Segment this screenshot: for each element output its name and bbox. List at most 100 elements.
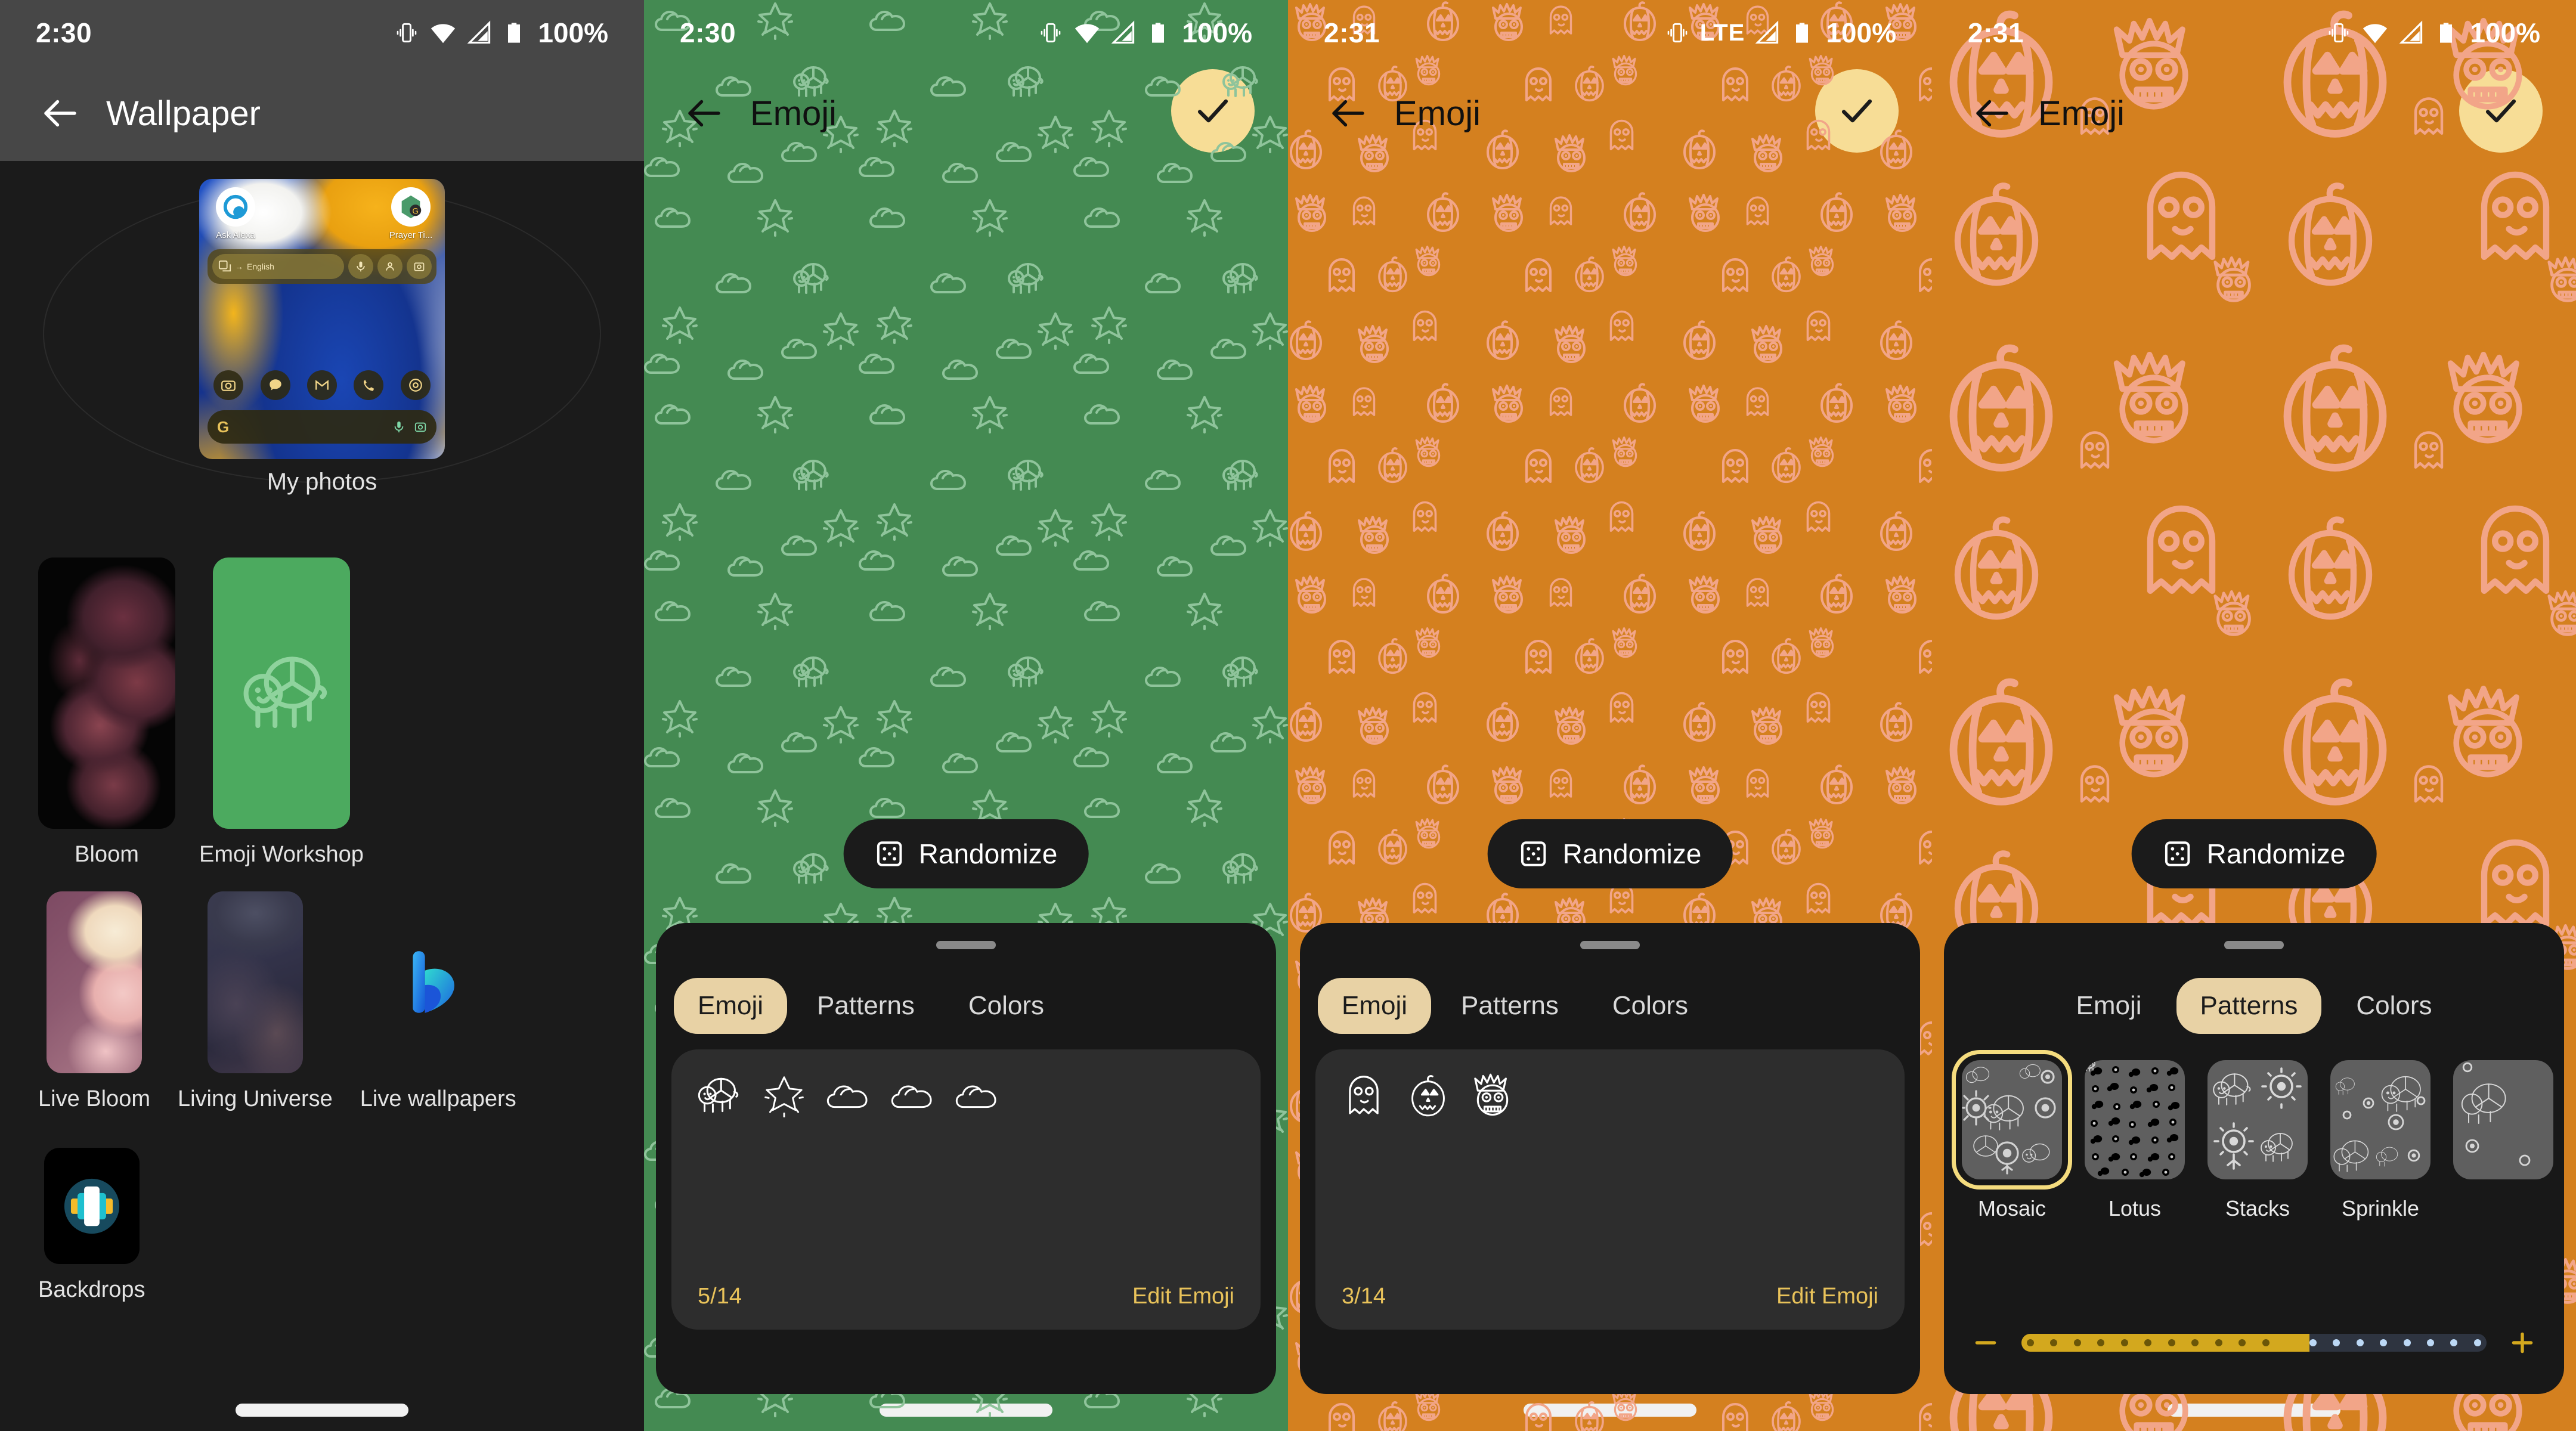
home-search-bar[interactable]: G (208, 410, 436, 444)
randomize-button[interactable]: Randomize (1487, 819, 1733, 888)
lens-icon (414, 422, 426, 432)
wallpaper-item-backdrops[interactable]: Backdrops (38, 1148, 145, 1303)
back-button[interactable] (671, 80, 737, 146)
randomize-label: Randomize (1562, 838, 1702, 869)
pattern-thumbnail (1952, 1050, 2072, 1190)
tab-bar: Emoji Patterns Colors (671, 978, 1261, 1034)
panel-wallpaper-picker: 2:30 100% Wallpaper Ask Alexa G Prayer T… (0, 0, 644, 1431)
gesture-nav-bar[interactable] (236, 1404, 408, 1417)
tab-emoji[interactable]: Emoji (1318, 978, 1432, 1034)
tab-colors[interactable]: Colors (1589, 978, 1712, 1034)
tab-patterns[interactable]: Patterns (793, 978, 939, 1034)
sheet-drag-handle[interactable] (936, 941, 996, 949)
bottom-sheet: Emoji Patterns Colors Mosaic Lotus Stack… (1944, 923, 2564, 1394)
status-time: 2:31 (1968, 17, 2024, 48)
wallpaper-label: Live wallpapers (360, 1086, 516, 1111)
wallpaper-grid-row-2: Live Bloom Living Universe Live wallpape… (0, 891, 644, 1112)
turtle-icon (243, 656, 327, 728)
cloud-icon[interactable] (891, 1073, 935, 1117)
phone-icon (354, 370, 384, 400)
dice-icon (1521, 841, 1546, 866)
edit-emoji-button[interactable]: Edit Emoji (1132, 1284, 1234, 1309)
increase-button[interactable] (2504, 1325, 2540, 1361)
wallpaper-label: Bloom (75, 842, 139, 867)
wallpaper-item-emoji-workshop[interactable]: Emoji Workshop (199, 557, 364, 868)
home-app-label: Ask Alexa (216, 230, 255, 240)
wifi-icon (431, 24, 456, 44)
vibrate-icon (1041, 23, 1061, 43)
pattern-label: Lotus (2108, 1196, 2162, 1221)
sheet-drag-handle[interactable] (2224, 941, 2284, 949)
battery-percent: 100% (1182, 17, 1252, 48)
back-arrow-icon (1976, 100, 2008, 127)
pattern-item-sprinkle[interactable]: Sprinkle (2330, 1060, 2431, 1221)
selected-emoji-list (698, 1073, 1234, 1117)
status-bar: 2:31 100% (1932, 0, 2576, 66)
vibrate-icon (2329, 23, 2349, 43)
pattern-list[interactable]: Mosaic Lotus Stacks Sprinkle (1952, 1050, 2553, 1221)
pattern-item-lotus[interactable]: Lotus (2085, 1060, 2185, 1221)
back-button[interactable] (1315, 80, 1381, 146)
selected-emoji-list (1342, 1073, 1878, 1117)
pattern-item-stacks[interactable]: Stacks (2207, 1060, 2308, 1221)
home-dock (205, 368, 439, 402)
tab-emoji[interactable]: Emoji (2052, 978, 2165, 1034)
sparkle-star-icon[interactable] (762, 1073, 806, 1117)
alexa-icon (216, 187, 255, 227)
signal-icon (2399, 20, 2423, 44)
randomize-label: Randomize (918, 838, 1058, 869)
wallpaper-item-bloom[interactable]: Bloom (38, 557, 175, 868)
signal-icon (1755, 20, 1779, 44)
pattern-label: Sprinkle (2341, 1196, 2420, 1221)
slider-thumb[interactable] (2272, 1334, 2310, 1352)
tab-patterns[interactable]: Patterns (1437, 978, 1583, 1034)
svg-text:G: G (412, 207, 418, 216)
wallpaper-label: Live Bloom (38, 1086, 150, 1111)
status-bar: 2:31 LTE 100% (1288, 0, 1932, 66)
gmail-icon (306, 370, 337, 400)
microphone-icon (357, 261, 365, 272)
ghost-icon[interactable] (1342, 1073, 1386, 1117)
tab-patterns[interactable]: Patterns (2176, 978, 2322, 1034)
status-bar: 2:30 100% (644, 0, 1288, 66)
tab-emoji[interactable]: Emoji (674, 978, 788, 1034)
status-icons: 100% (1038, 17, 1252, 49)
sheet-drag-handle[interactable] (1580, 941, 1640, 949)
pumpkin-icon[interactable] (1406, 1073, 1450, 1117)
wallpaper-label: Emoji Workshop (199, 842, 364, 867)
decrease-button[interactable] (1968, 1325, 2004, 1361)
turtle-icon[interactable] (698, 1073, 742, 1117)
pattern-item-next[interactable] (2453, 1060, 2553, 1221)
vibrate-icon (1667, 23, 1688, 43)
tab-colors[interactable]: Colors (2332, 978, 2456, 1034)
translate-icon (218, 260, 231, 272)
prayer-times-icon: G (391, 187, 431, 227)
density-slider-track[interactable] (2021, 1334, 2487, 1352)
ogre-icon[interactable] (1470, 1073, 1515, 1117)
tab-colors[interactable]: Colors (945, 978, 1068, 1034)
cloud-icon[interactable] (826, 1073, 871, 1117)
back-button[interactable] (27, 80, 93, 146)
home-widget-bar: → English (208, 249, 436, 284)
randomize-button[interactable]: Randomize (2131, 819, 2377, 888)
wallpaper-item-live-bloom[interactable]: Live Bloom (38, 891, 150, 1112)
pattern-item-mosaic[interactable]: Mosaic (1952, 1050, 2072, 1221)
backdrops-icon (64, 1178, 119, 1234)
lte-label: LTE (1699, 19, 1745, 46)
wallpaper-item-live-wallpapers[interactable]: Live wallpapers (360, 891, 516, 1112)
google-logo: G (217, 417, 230, 436)
translate-pill: → English (212, 254, 344, 279)
status-icons: 100% (2326, 17, 2540, 49)
wallpaper-item-living-universe[interactable]: Living Universe (178, 891, 333, 1112)
my-photos-thumbnail[interactable]: Ask Alexa G Prayer Ti... → English G (199, 179, 445, 459)
status-icons: LTE 100% (1664, 17, 1896, 49)
edit-emoji-button[interactable]: Edit Emoji (1776, 1284, 1878, 1309)
battery-percent: 100% (538, 17, 608, 48)
back-button[interactable] (1959, 80, 2025, 146)
translate-arrow: → (235, 262, 243, 271)
lens-icon (414, 262, 425, 271)
randomize-button[interactable]: Randomize (843, 819, 1089, 888)
my-photos-label: My photos (267, 469, 377, 495)
cloud-icon[interactable] (955, 1073, 999, 1117)
status-time: 2:30 (680, 17, 736, 48)
